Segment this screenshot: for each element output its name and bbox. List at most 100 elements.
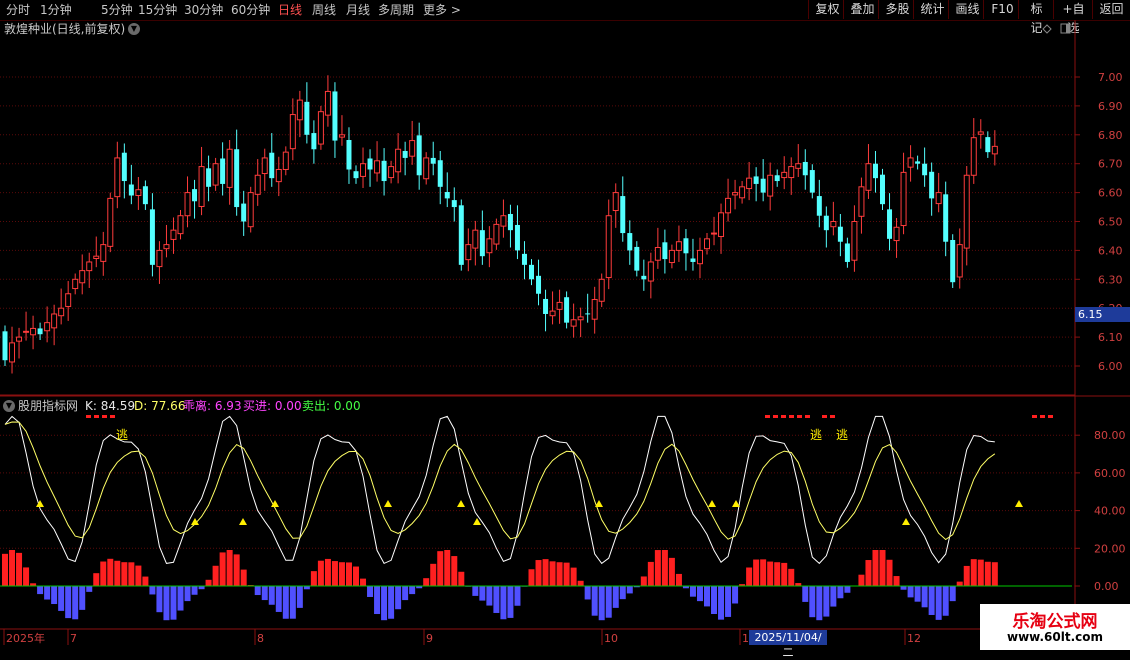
- histogram-bar: [423, 578, 429, 586]
- histogram-bar: [290, 586, 296, 619]
- candle-body: [255, 175, 260, 194]
- candle-body: [550, 311, 555, 316]
- candle-body: [571, 320, 576, 326]
- candle-body: [438, 160, 443, 187]
- histogram-bar: [978, 560, 984, 586]
- candle-body: [73, 279, 78, 288]
- candle-body: [487, 239, 492, 253]
- overbought-marker: [830, 415, 835, 418]
- candle-body: [950, 240, 955, 282]
- candle-body: [129, 185, 134, 196]
- overbought-marker: [805, 415, 810, 418]
- histogram-bar: [908, 586, 914, 597]
- candle-body: [164, 245, 169, 249]
- histogram-bar: [697, 586, 703, 601]
- candle-body: [810, 170, 815, 193]
- histogram-bar: [985, 562, 991, 586]
- candle-body: [38, 328, 43, 334]
- histogram-bar: [213, 566, 219, 586]
- candle-body: [424, 158, 429, 179]
- histogram-bar: [564, 563, 570, 586]
- candle-body: [31, 328, 36, 334]
- histogram-bar: [255, 586, 261, 595]
- date-tick-label: 9: [426, 632, 433, 645]
- histogram-bar: [381, 586, 387, 620]
- candle-body: [669, 250, 674, 262]
- candle-body: [375, 161, 380, 173]
- chevron-down-icon[interactable]: ▼: [3, 400, 15, 412]
- histogram-bar: [360, 579, 366, 586]
- candle-body: [368, 158, 373, 169]
- stock-title: 敦煌种业(日线,前复权): [4, 20, 125, 38]
- candle-body: [52, 314, 57, 328]
- candle-body: [978, 132, 983, 134]
- candle-body: [473, 230, 478, 248]
- escape-label: 逃: [836, 428, 848, 442]
- candle-body: [817, 196, 822, 216]
- indicator-name: 股朋指标网: [18, 398, 78, 414]
- candle-body: [852, 222, 857, 261]
- price-tick-label: 6.80: [1098, 129, 1123, 142]
- d-value: D: 77.66: [134, 398, 185, 414]
- watermark-url: www.60lt.com: [980, 630, 1130, 644]
- histogram-bar: [620, 586, 626, 599]
- candle-body: [936, 193, 941, 204]
- histogram-bar: [592, 586, 598, 616]
- candle-body: [459, 205, 464, 265]
- candle-body: [697, 250, 702, 263]
- candle-body: [880, 175, 885, 204]
- candle-body: [733, 193, 738, 195]
- histogram-bar: [585, 586, 591, 599]
- histogram-bar: [880, 550, 886, 586]
- buy-triangle: [902, 518, 910, 525]
- histogram-bar: [444, 550, 450, 586]
- price-tick-label: 6.50: [1098, 216, 1123, 229]
- candle-body: [964, 175, 969, 248]
- candle-body: [908, 158, 913, 167]
- histogram-bar: [121, 562, 127, 586]
- histogram-bar: [269, 586, 275, 605]
- histogram-bar: [409, 586, 415, 594]
- watermark: 乐淘公式网 www.60lt.com: [980, 604, 1130, 650]
- candle-body: [915, 161, 920, 163]
- candle-body: [803, 162, 808, 175]
- histogram-bar: [9, 550, 15, 586]
- histogram-bar: [206, 580, 212, 586]
- candle-body: [466, 245, 471, 260]
- histogram-bar: [536, 560, 542, 586]
- histogram-bar: [830, 586, 836, 607]
- watermark-title: 乐淘公式网: [980, 607, 1130, 632]
- candle-body: [332, 91, 337, 140]
- histogram-bar: [72, 586, 78, 619]
- histogram-bar: [241, 570, 247, 586]
- frame: [0, 20, 1130, 629]
- histogram-bar: [669, 558, 675, 586]
- candle-body: [389, 167, 394, 178]
- top-right-icons: [1043, 24, 1070, 33]
- histogram-bar: [149, 586, 155, 594]
- chevron-down-icon[interactable]: ▼: [128, 23, 140, 35]
- histogram-bar: [704, 586, 710, 606]
- histogram-bar: [311, 571, 317, 586]
- histogram-bar: [402, 586, 408, 600]
- buy-triangle: [732, 500, 740, 507]
- candle-body: [782, 172, 787, 177]
- histogram-bar: [325, 559, 331, 586]
- histogram-bar: [950, 586, 956, 601]
- candle-body: [297, 100, 302, 120]
- indicator-axis: 80.0060.0040.0020.000.00: [1075, 429, 1126, 593]
- candle-body: [501, 216, 506, 226]
- candle-body: [17, 337, 22, 341]
- histogram-bar: [234, 554, 240, 586]
- candle-body: [719, 213, 724, 237]
- diamond-icon[interactable]: [1043, 25, 1051, 33]
- candle-body: [901, 172, 906, 225]
- histogram-bar: [957, 582, 963, 586]
- histogram-bar: [894, 576, 900, 586]
- histogram-bar: [711, 586, 717, 614]
- histogram-bar: [156, 586, 162, 612]
- candle-body: [361, 164, 366, 177]
- histogram-bar: [37, 586, 43, 594]
- candle-body: [705, 239, 710, 249]
- candle-body: [452, 200, 457, 207]
